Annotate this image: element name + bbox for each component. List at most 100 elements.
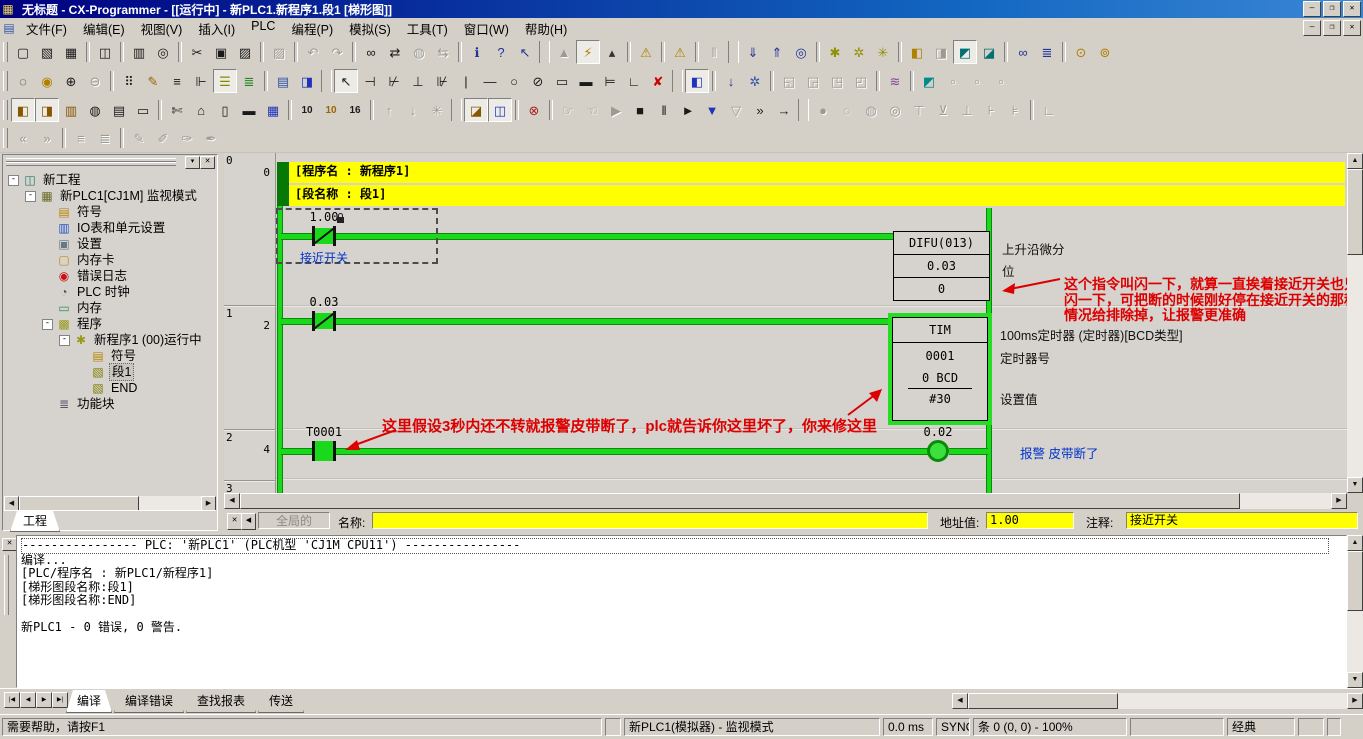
vertical-connect-button[interactable]: |	[454, 69, 478, 93]
menu-item-edit[interactable]: 编辑(E)	[75, 17, 133, 40]
mnemonic-view-button[interactable]: ▤	[271, 69, 295, 93]
tree-item-function-blocks[interactable]: ≣功能块	[4, 396, 216, 412]
tree-item-io-table[interactable]: ▥IO表和单元设置	[4, 220, 216, 236]
rung-0-margin[interactable]: 00	[224, 153, 275, 306]
compile-output[interactable]: ---------------- PLC: '新PLC1' (PLC机型 'CJ…	[16, 535, 1347, 688]
ladder-editor[interactable]: 0012243 [程序名 : 新程序1] [段名称 : 段1] 1.00 接近开…	[224, 153, 1347, 493]
coil-nc-tool-button[interactable]: ⊘	[526, 69, 550, 93]
color-list-button[interactable]: ≋	[883, 69, 907, 93]
output-hscrollbar[interactable]: ◀	[952, 693, 1347, 709]
output-close-button[interactable]: ✕	[2, 538, 17, 551]
zoom-tool-button[interactable]: ◌	[11, 69, 35, 93]
rung-comment-edit-button[interactable]: ✎	[141, 69, 165, 93]
select-mode-button[interactable]: ↖	[334, 69, 358, 93]
output-grip[interactable]	[4, 555, 9, 615]
window-minimize-button[interactable]: —	[1303, 1, 1321, 17]
scroll-left-icon[interactable]: ◀	[224, 493, 240, 509]
rung-2-margin[interactable]: 24	[224, 430, 275, 481]
menu-item-view[interactable]: 视图(V)	[133, 17, 191, 40]
tree-expander-new-project[interactable]: -	[8, 175, 19, 186]
scroll-down-icon[interactable]: ▼	[1347, 477, 1363, 493]
menu-item-simulation[interactable]: 模拟(S)	[341, 17, 399, 40]
stop-monitoring-button[interactable]: ⊗	[522, 98, 546, 122]
tim-instruction-block[interactable]: TIM 0001 0 BCD #30	[888, 313, 992, 425]
zoom-flash-button[interactable]: ◉	[35, 69, 59, 93]
simulator-search-button[interactable]: ▴	[600, 40, 624, 64]
difu-instruction-block[interactable]: DIFU(013) 0.03 0	[893, 231, 990, 301]
tab-prev-button[interactable]: ◀	[20, 692, 36, 708]
scrollbar-thumb[interactable]	[19, 496, 139, 511]
about-button[interactable]: ℹ	[465, 40, 489, 64]
address-copy-button[interactable]: ✄	[165, 98, 189, 122]
transfer-settings-button[interactable]: ✲	[847, 40, 871, 64]
instruction-tool-button[interactable]: ▭	[550, 69, 574, 93]
output-vscrollbar[interactable]: ▲ ▼	[1347, 535, 1363, 688]
contact-nc-button[interactable]: ⊬	[382, 69, 406, 93]
symbol-bar-close-button[interactable]: ✕	[227, 513, 242, 530]
workspace-pin-button[interactable]: ▾	[185, 156, 200, 169]
menu-item-help[interactable]: 帮助(H)	[517, 17, 575, 40]
work-online-simulator-button[interactable]: ⚡	[576, 40, 600, 64]
tree-item-plc-clock[interactable]: ◔PLC 时钟	[4, 284, 216, 300]
scroll-right-icon[interactable]: ▶	[201, 496, 216, 511]
cross-reference-report-button[interactable]: ◍	[83, 98, 107, 122]
rung-shortcut-button[interactable]: ☰	[213, 69, 237, 93]
scroll-up-icon[interactable]: ▲	[1347, 153, 1363, 169]
tree-item-memory-card[interactable]: ▢内存卡	[4, 252, 216, 268]
symbol-bar-prev-button[interactable]: ◀	[241, 513, 256, 530]
output-tab-compile-error[interactable]: 编译错误	[114, 690, 184, 713]
tree-item-programs[interactable]: -▩程序	[4, 316, 216, 332]
tree-expander-new-program1[interactable]: -	[59, 335, 70, 346]
address-reference-tool-button[interactable]: ⌂	[189, 98, 213, 122]
monitor-view-4-button[interactable]: ◪	[977, 40, 1001, 64]
sim-pause-button[interactable]: ‖	[652, 98, 676, 122]
symbol-browser-button[interactable]: ≣	[237, 69, 261, 93]
sim-stop-button[interactable]: ■	[628, 98, 652, 122]
monitor-signed-decimal-button[interactable]: 10	[319, 98, 343, 122]
monitor-view-1-button[interactable]: ◧	[905, 40, 929, 64]
monitor-view-3-button[interactable]: ◩	[953, 40, 977, 64]
toggle-project-workspace-button[interactable]: ◧	[11, 98, 35, 122]
replace-button[interactable]: ⇄	[383, 40, 407, 64]
rung-1-margin[interactable]: 12	[224, 306, 275, 430]
contact-or-no-button[interactable]: ⊥	[406, 69, 430, 93]
tree-item-section-end[interactable]: ▧END	[4, 380, 216, 396]
scrollbar-thumb[interactable]	[968, 693, 1118, 709]
address-field[interactable]: 1.00	[986, 512, 1074, 529]
scroll-right-icon[interactable]: ▶	[1331, 493, 1347, 509]
window-restore-button[interactable]: ❐	[1323, 1, 1341, 17]
inverted-instruction-tool-button[interactable]: ▬	[574, 69, 598, 93]
workspace-hscrollbar[interactable]: ◀ ▶	[4, 496, 216, 511]
menu-item-insert[interactable]: 插入(I)	[190, 17, 243, 40]
data-trace-button[interactable]: ▦	[261, 98, 285, 122]
monitor-decimal-button[interactable]: 10	[295, 98, 319, 122]
ci-dialog-button[interactable]: ◨	[295, 69, 319, 93]
compare-with-plc-button[interactable]: ◎	[789, 40, 813, 64]
mdi-minimize-button[interactable]: —	[1303, 20, 1321, 36]
tree-item-error-log[interactable]: ◉错误日志	[4, 268, 216, 284]
help-topics-button[interactable]: ?	[489, 40, 513, 64]
grid-options-button[interactable]: ✲	[743, 69, 767, 93]
tab-first-button[interactable]: |◀	[4, 692, 20, 708]
io-comment-view-button[interactable]: ▯	[213, 98, 237, 122]
release-protection-button[interactable]: ⊚	[1093, 40, 1117, 64]
name-field[interactable]	[372, 512, 928, 529]
sim-continuous-step-button[interactable]: »	[748, 98, 772, 122]
tree-item-new-program1[interactable]: -✱新程序1 (00)运行中	[4, 332, 216, 348]
menu-item-file[interactable]: 文件(F)	[18, 17, 75, 40]
sim-scan-run-button[interactable]: →	[772, 98, 796, 122]
toggle-output-window-button[interactable]: ◨	[35, 98, 59, 122]
verify-program-button[interactable]: ✳	[871, 40, 895, 64]
open-file-button[interactable]: ▧	[35, 40, 59, 64]
tree-item-section1[interactable]: ▧段1	[4, 364, 216, 380]
new-file-button[interactable]: ▢	[11, 40, 35, 64]
rung-annotation-list-button[interactable]: ▬	[237, 98, 261, 122]
contact-1-00[interactable]	[312, 226, 336, 246]
delete-tool-button[interactable]: ✘	[646, 69, 670, 93]
tab-next-button[interactable]: ▶	[36, 692, 52, 708]
address-monitor-button[interactable]: ⊩	[189, 69, 213, 93]
comment-field[interactable]: 接近开关	[1126, 512, 1358, 529]
window-close-button[interactable]: ✕	[1343, 1, 1361, 17]
download-to-plc-button[interactable]: ⇓	[741, 40, 765, 64]
sim-step-in-button[interactable]: ▼	[700, 98, 724, 122]
